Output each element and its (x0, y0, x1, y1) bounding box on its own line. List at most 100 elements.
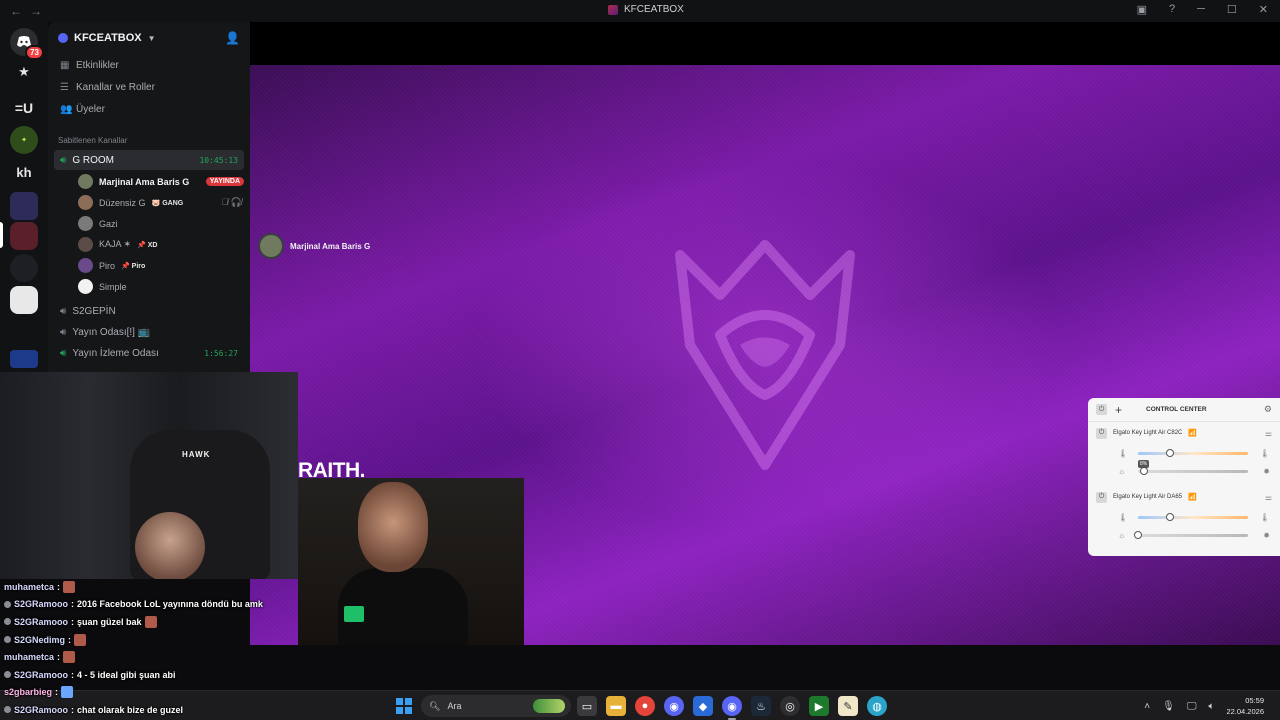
voice-user[interactable]: KAJA ✶ 📌 XD (48, 234, 250, 255)
menu-events-label: Etkinlikler (76, 59, 119, 71)
help-icon[interactable]: ? (1169, 3, 1175, 16)
close-button[interactable]: ✕ (1259, 3, 1268, 16)
discord-icon[interactable]: ◉ (722, 696, 742, 720)
sun-bright-icon: ✹ (1263, 530, 1270, 540)
chat-text: chat olarak bize de guzel (77, 704, 184, 715)
server-kfceatbox[interactable] (10, 222, 38, 250)
back-arrow-icon[interactable]: ← (10, 4, 22, 18)
voice-user[interactable]: Simple (48, 276, 250, 297)
temperature-slider[interactable] (1138, 448, 1248, 457)
badge-icon (4, 671, 11, 679)
channel-name: Yayın Odası[!] 📺 (72, 326, 151, 338)
network-app-icon[interactable]: ◆ (693, 696, 713, 716)
badge-icon (4, 636, 11, 644)
home-button[interactable]: 73 (10, 28, 44, 60)
menu-events[interactable]: ▦ Etkinlikler (48, 54, 250, 76)
clock-time: 05:59 (1245, 696, 1264, 705)
streamer-face (135, 512, 205, 579)
inbox-icon[interactable]: ▣ (1137, 3, 1147, 16)
channel-yayin-izleme[interactable]: 🔊︎ Yayın İzleme Odası 1:56:27 (54, 343, 244, 363)
forward-arrow-icon[interactable]: → (30, 4, 42, 18)
minimize-button[interactable]: ─ (1197, 3, 1205, 16)
voice-user-name: Simple (99, 281, 127, 292)
voice-user[interactable]: Piro 📌 Piro (48, 255, 250, 276)
server-header[interactable]: KFCEATBOX ▼ 👤 (48, 22, 250, 54)
chat-text: 4 - 5 ideal gibi şuan abi (77, 669, 176, 680)
chair-logo: HAWK (182, 450, 211, 459)
chat-text: 2016 Facebook LoL yayınına döndü bu amk (77, 599, 263, 610)
power-icon[interactable]: ⏻ (1096, 404, 1107, 415)
network-icon[interactable]: 🖵 (1187, 701, 1197, 712)
channel-yayin-odasi[interactable]: 🔊︎ Yayın Odası[!] 📺 (54, 322, 244, 342)
power-icon[interactable]: ⏻ (1096, 427, 1107, 439)
server-here[interactable] (10, 350, 38, 368)
steam-icon[interactable]: ♨ (751, 696, 771, 716)
channel-name: Yayın İzleme Odası (72, 347, 159, 359)
voice-user[interactable]: Marjinal Ama Baris G YAYINDA (48, 171, 250, 192)
channel-timer: 10:45:13 (199, 155, 238, 165)
brightness-slider[interactable] (1134, 530, 1248, 539)
discord-ptb-icon[interactable]: ◉ (664, 696, 684, 716)
microphone-icon[interactable]: 🎙︎ (1162, 701, 1175, 712)
star-icon[interactable]: ★ (10, 58, 38, 86)
menu-members[interactable]: 👥 Üyeler (48, 98, 250, 120)
server-s2g[interactable] (10, 192, 38, 220)
device-name: Elgato Key Light Air DA65 (1113, 494, 1183, 500)
slider-knob[interactable] (1165, 512, 1174, 521)
chat-user: S2GRamooo (14, 599, 69, 610)
shirt-logo (344, 606, 364, 622)
server-pepe[interactable] (10, 286, 38, 314)
server-kh[interactable]: kh (10, 158, 38, 186)
chat-message: s2gbarbieg: (4, 684, 304, 702)
brightness-row: ☼ 8% ✹ (1088, 459, 1280, 480)
brightness-slider[interactable]: 8% (1138, 459, 1248, 475)
chevron-up-icon[interactable]: ˄ (1144, 701, 1150, 712)
thermometer-warm-icon: 🌡 (1259, 448, 1270, 458)
server-su[interactable]: =U (10, 94, 38, 122)
emote-icon (61, 686, 74, 699)
volume-icon[interactable]: 🔈︎ (1208, 701, 1214, 712)
server-fury[interactable]: ✦ (10, 126, 38, 154)
browser-globe-icon[interactable]: ◍ (867, 696, 887, 716)
invite-icon[interactable]: 👤 (225, 31, 240, 45)
server-dark[interactable] (10, 254, 38, 282)
file-explorer-icon[interactable]: ▬ (606, 696, 626, 716)
server-logo-icon (58, 33, 68, 43)
slider-knob[interactable] (1165, 448, 1174, 457)
emote-icon (63, 651, 76, 664)
taskbar-search[interactable]: 🔍︎ Ara (421, 695, 571, 717)
pinned-section-title: Sabitlenen Kanallar (58, 136, 128, 145)
chat-message: S2GRamooo: chat olarak bize de guzel (4, 701, 304, 719)
notepad-icon[interactable]: ✎ (838, 696, 858, 716)
channel-g-room[interactable]: 🔊︎ G ROOM 10:45:13 (54, 150, 244, 170)
badge-icon (4, 706, 11, 714)
control-center-header: ⏻ + CONTROL CENTER ⚙ (1088, 398, 1280, 422)
webcam-right (298, 478, 524, 645)
windows-start-icon[interactable] (396, 698, 412, 714)
add-device-icon[interactable]: + (1115, 403, 1122, 417)
power-icon[interactable]: ⏻ (1096, 491, 1107, 503)
brightness-row: ☼ ✹ (1088, 526, 1280, 544)
menu-channels-roles[interactable]: ☰ Kanallar ve Roller (48, 76, 250, 98)
temperature-slider[interactable] (1138, 512, 1248, 521)
live-badge: YAYINDA (205, 177, 244, 186)
obs-icon[interactable]: ◎ (780, 696, 800, 716)
voice-user[interactable]: Düzensiz G 🐷 GANG 🎙̸ 🎧̸ (48, 192, 250, 213)
voice-user[interactable]: Gazi (48, 213, 250, 234)
settings-sliders-icon[interactable]: ⚌ (1265, 493, 1272, 502)
maximize-button[interactable]: ☐ (1227, 3, 1237, 16)
chrome-icon[interactable]: ● (635, 696, 655, 716)
chat-message: muhametca: (4, 648, 304, 666)
chat-user: S2GRamooo (14, 669, 69, 680)
channel-s2gepin[interactable]: 🔊︎ S2GEPİN (54, 301, 244, 321)
title-bar: ← → KFCEATBOX ▣ ? ─ ☐ ✕ (0, 0, 1280, 22)
sun-dim-icon: ☼ (1118, 530, 1126, 540)
slider-knob[interactable] (1140, 466, 1149, 475)
gear-icon[interactable]: ⚙ (1264, 404, 1272, 415)
task-view-icon[interactable]: ▭ (577, 696, 597, 716)
chat-overlay: muhametca: S2GRamooo: 2016 Facebook LoL … (4, 578, 304, 719)
slider-knob[interactable] (1134, 530, 1142, 539)
clock[interactable]: 05:59 22.04.2026 (1226, 695, 1264, 717)
media-player-icon[interactable]: ▶ (809, 696, 829, 716)
settings-sliders-icon[interactable]: ⚌ (1265, 429, 1272, 438)
